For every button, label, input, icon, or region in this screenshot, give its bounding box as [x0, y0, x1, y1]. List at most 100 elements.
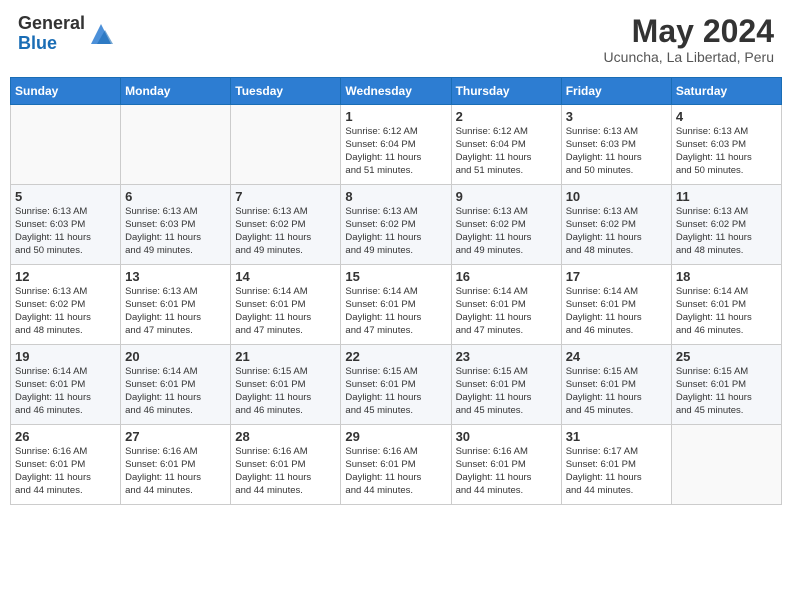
- day-info: Sunrise: 6:14 AMSunset: 6:01 PMDaylight:…: [235, 286, 336, 337]
- day-cell: 26Sunrise: 6:16 AMSunset: 6:01 PMDayligh…: [11, 425, 121, 505]
- day-number: 12: [15, 269, 116, 284]
- day-cell: 10 Sunrise: 6:13 AMSunset: 6:02 PMDayligh…: [561, 185, 671, 265]
- day-cell: 31 Sunrise: 6:17 AMSunset: 6:01 PMDayligh…: [561, 425, 671, 505]
- col-header-tuesday: Tuesday: [231, 78, 341, 105]
- day-number: 24: [566, 349, 667, 364]
- day-cell: 23 Sunrise: 6:15 AMSunset: 6:01 PMDayligh…: [451, 345, 561, 425]
- week-row-3: 12 Sunrise: 6:13 AMSunset: 6:02 PMDayligh…: [11, 265, 782, 345]
- day-cell: 24 Sunrise: 6:15 AMSunset: 6:01 PMDayligh…: [561, 345, 671, 425]
- day-cell: 30 Sunrise: 6:16 AMSunset: 6:01 PMDayligh…: [451, 425, 561, 505]
- day-cell: 2Sunrise: 6:12 AMSunset: 6:04 PMDaylight…: [451, 105, 561, 185]
- day-info: Sunrise: 6:13 AMSunset: 6:03 PMDaylight:…: [15, 206, 116, 257]
- day-info: Sunrise: 6:16 AMSunset: 6:01 PMDaylight:…: [345, 446, 446, 497]
- day-cell: [671, 425, 781, 505]
- day-cell: 3Sunrise: 6:13 AMSunset: 6:03 PMDaylight…: [561, 105, 671, 185]
- day-cell: 6 Sunrise: 6:13 AMSunset: 6:03 PMDaylight…: [121, 185, 231, 265]
- day-number: 13: [125, 269, 226, 284]
- day-info: Sunrise: 6:14 AMSunset: 6:01 PMDaylight:…: [676, 286, 777, 337]
- day-info: Sunrise: 6:12 AMSunset: 6:04 PMDaylight:…: [345, 126, 446, 177]
- logo-blue: Blue: [18, 33, 57, 53]
- day-number: 18: [676, 269, 777, 284]
- day-info: Sunrise: 6:17 AMSunset: 6:01 PMDaylight:…: [566, 446, 667, 497]
- day-number: 19: [15, 349, 116, 364]
- col-header-saturday: Saturday: [671, 78, 781, 105]
- week-row-1: 1Sunrise: 6:12 AMSunset: 6:04 PMDaylight…: [11, 105, 782, 185]
- day-number: 30: [456, 429, 557, 444]
- day-cell: [121, 105, 231, 185]
- day-info: Sunrise: 6:14 AMSunset: 6:01 PMDaylight:…: [456, 286, 557, 337]
- day-info: Sunrise: 6:16 AMSunset: 6:01 PMDaylight:…: [235, 446, 336, 497]
- day-number: 20: [125, 349, 226, 364]
- day-info: Sunrise: 6:13 AMSunset: 6:01 PMDaylight:…: [125, 286, 226, 337]
- day-info: Sunrise: 6:13 AMSunset: 6:02 PMDaylight:…: [15, 286, 116, 337]
- day-info: Sunrise: 6:15 AMSunset: 6:01 PMDaylight:…: [456, 366, 557, 417]
- title-block: May 2024 Ucuncha, La Libertad, Peru: [604, 14, 774, 65]
- day-cell: 13 Sunrise: 6:13 AMSunset: 6:01 PMDayligh…: [121, 265, 231, 345]
- day-number: 29: [345, 429, 446, 444]
- day-info: Sunrise: 6:14 AMSunset: 6:01 PMDaylight:…: [566, 286, 667, 337]
- day-info: Sunrise: 6:15 AMSunset: 6:01 PMDaylight:…: [676, 366, 777, 417]
- day-number: 16: [456, 269, 557, 284]
- day-info: Sunrise: 6:16 AMSunset: 6:01 PMDaylight:…: [125, 446, 226, 497]
- day-number: 7: [235, 189, 336, 204]
- day-number: 28: [235, 429, 336, 444]
- day-number: 15: [345, 269, 446, 284]
- day-info: Sunrise: 6:13 AMSunset: 6:03 PMDaylight:…: [125, 206, 226, 257]
- day-number: 26: [15, 429, 116, 444]
- day-number: 3: [566, 109, 667, 124]
- day-info: Sunrise: 6:13 AMSunset: 6:03 PMDaylight:…: [676, 126, 777, 177]
- day-cell: 7 Sunrise: 6:13 AMSunset: 6:02 PMDaylight…: [231, 185, 341, 265]
- day-cell: 27 Sunrise: 6:16 AMSunset: 6:01 PMDayligh…: [121, 425, 231, 505]
- logo: General Blue: [18, 14, 115, 54]
- day-cell: 25 Sunrise: 6:15 AMSunset: 6:01 PMDayligh…: [671, 345, 781, 425]
- day-number: 9: [456, 189, 557, 204]
- day-info: Sunrise: 6:15 AMSunset: 6:01 PMDaylight:…: [345, 366, 446, 417]
- page: General Blue May 2024 Ucuncha, La Libert…: [0, 0, 792, 612]
- day-cell: 17 Sunrise: 6:14 AMSunset: 6:01 PMDayligh…: [561, 265, 671, 345]
- day-number: 4: [676, 109, 777, 124]
- month-year: May 2024: [604, 14, 774, 49]
- col-header-thursday: Thursday: [451, 78, 561, 105]
- day-info: Sunrise: 6:14 AMSunset: 6:01 PMDaylight:…: [15, 366, 116, 417]
- day-number: 23: [456, 349, 557, 364]
- day-number: 6: [125, 189, 226, 204]
- day-cell: 1Sunrise: 6:12 AMSunset: 6:04 PMDaylight…: [341, 105, 451, 185]
- week-row-5: 26 Sunrise: 6:16 AMSunset: 6:01 PMDayligh…: [11, 425, 782, 505]
- col-header-wednesday: Wednesday: [341, 78, 451, 105]
- day-cell: 8Sunrise: 6:13 AMSunset: 6:02 PMDaylight…: [341, 185, 451, 265]
- week-row-2: 5 Sunrise: 6:13 AMSunset: 6:03 PMDaylight…: [11, 185, 782, 265]
- day-cell: [11, 105, 121, 185]
- day-info: Sunrise: 6:14 AMSunset: 6:01 PMDaylight:…: [345, 286, 446, 337]
- day-number: 14: [235, 269, 336, 284]
- day-info: Sunrise: 6:12 AMSunset: 6:04 PMDaylight:…: [456, 126, 557, 177]
- day-cell: 4 Sunrise: 6:13 AMSunset: 6:03 PMDaylight…: [671, 105, 781, 185]
- day-number: 27: [125, 429, 226, 444]
- day-cell: 11Sunrise: 6:13 AMSunset: 6:02 PMDayligh…: [671, 185, 781, 265]
- day-cell: 18 Sunrise: 6:14 AMSunset: 6:01 PMDayligh…: [671, 265, 781, 345]
- day-cell: 22Sunrise: 6:15 AMSunset: 6:01 PMDayligh…: [341, 345, 451, 425]
- day-info: Sunrise: 6:16 AMSunset: 6:01 PMDaylight:…: [456, 446, 557, 497]
- day-info: Sunrise: 6:13 AMSunset: 6:02 PMDaylight:…: [456, 206, 557, 257]
- column-headers: SundayMondayTuesdayWednesdayThursdayFrid…: [11, 78, 782, 105]
- location: Ucuncha, La Libertad, Peru: [604, 49, 774, 65]
- day-number: 31: [566, 429, 667, 444]
- day-cell: 12 Sunrise: 6:13 AMSunset: 6:02 PMDayligh…: [11, 265, 121, 345]
- day-info: Sunrise: 6:14 AMSunset: 6:01 PMDaylight:…: [125, 366, 226, 417]
- day-number: 10: [566, 189, 667, 204]
- day-info: Sunrise: 6:15 AMSunset: 6:01 PMDaylight:…: [566, 366, 667, 417]
- day-cell: [231, 105, 341, 185]
- day-info: Sunrise: 6:13 AMSunset: 6:02 PMDaylight:…: [235, 206, 336, 257]
- week-row-4: 19 Sunrise: 6:14 AMSunset: 6:01 PMDayligh…: [11, 345, 782, 425]
- day-number: 25: [676, 349, 777, 364]
- day-cell: 21Sunrise: 6:15 AMSunset: 6:01 PMDayligh…: [231, 345, 341, 425]
- day-info: Sunrise: 6:13 AMSunset: 6:02 PMDaylight:…: [566, 206, 667, 257]
- day-number: 17: [566, 269, 667, 284]
- day-number: 8: [345, 189, 446, 204]
- day-cell: 5 Sunrise: 6:13 AMSunset: 6:03 PMDaylight…: [11, 185, 121, 265]
- day-cell: 15 Sunrise: 6:14 AMSunset: 6:01 PMDayligh…: [341, 265, 451, 345]
- day-number: 11: [676, 189, 777, 204]
- day-info: Sunrise: 6:15 AMSunset: 6:01 PMDaylight:…: [235, 366, 336, 417]
- logo-text: General Blue: [18, 14, 85, 54]
- day-number: 5: [15, 189, 116, 204]
- day-cell: 28 Sunrise: 6:16 AMSunset: 6:01 PMDayligh…: [231, 425, 341, 505]
